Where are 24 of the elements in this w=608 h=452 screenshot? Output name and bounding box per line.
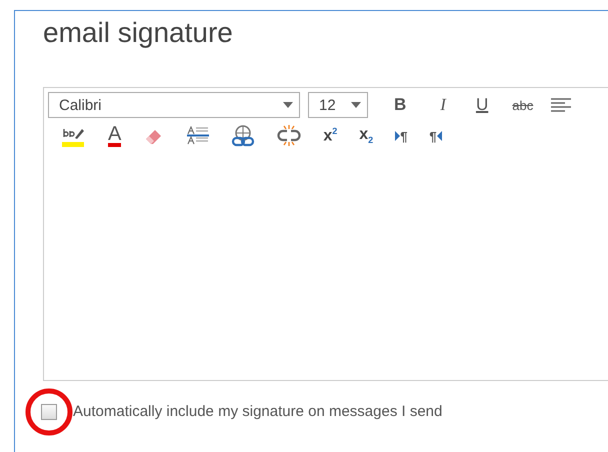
italic-button[interactable]: I bbox=[440, 95, 446, 115]
strikethrough-button[interactable]: abc bbox=[512, 98, 534, 112]
checkbox-label: Automatically include my signature on messages I send bbox=[73, 403, 442, 420]
triangle-icon bbox=[395, 131, 400, 141]
left-to-right-button[interactable]: ¶ bbox=[395, 128, 408, 144]
right-to-left-button[interactable]: ¶ bbox=[429, 128, 442, 144]
font-color-button[interactable]: A bbox=[108, 125, 122, 147]
line-spacing-icon[interactable] bbox=[187, 126, 210, 146]
underline-button[interactable]: U bbox=[476, 95, 488, 115]
size-dropdown[interactable]: 12 bbox=[308, 92, 368, 118]
triangle-icon bbox=[436, 131, 442, 141]
script-button[interactable]: x$^{2}$ bbox=[323, 126, 338, 146]
page-title: email signature bbox=[43, 17, 234, 50]
font-dropdown[interactable]: Calibri bbox=[48, 92, 300, 118]
align-left-icon[interactable] bbox=[551, 98, 572, 112]
signature-editor[interactable]: Calibri 12 B I U abc A x$^{2}$ x$_{2}$ ¶ ¶ bbox=[43, 87, 608, 381]
globe-link-icon[interactable] bbox=[231, 125, 256, 147]
highlight-circle bbox=[24, 386, 74, 436]
caret-icon bbox=[283, 102, 293, 108]
checkbox[interactable] bbox=[41, 404, 57, 420]
caret-icon bbox=[351, 102, 361, 108]
script-button[interactable]: x$_{2}$ bbox=[359, 126, 374, 146]
bold-button[interactable]: B bbox=[394, 95, 406, 115]
unlink-icon[interactable] bbox=[277, 125, 302, 147]
